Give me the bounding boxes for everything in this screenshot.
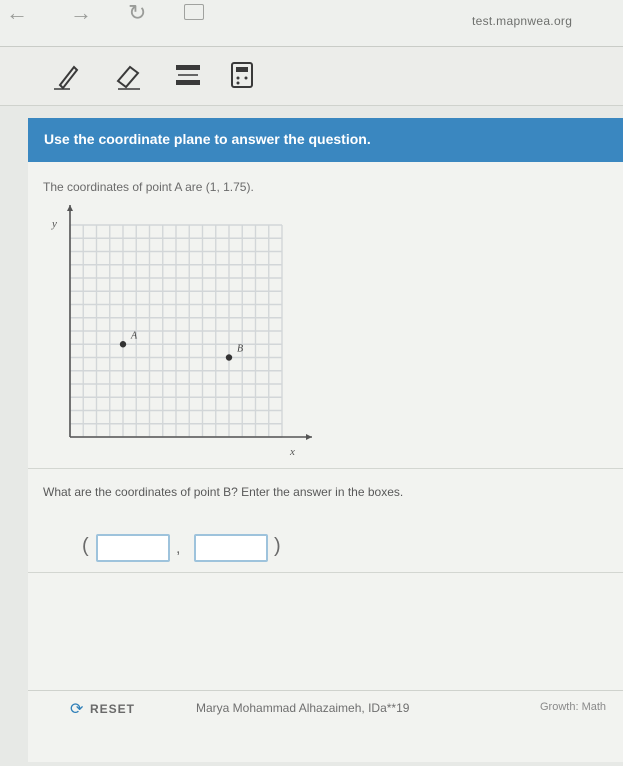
coordinate-plane: x y A B <box>51 205 312 458</box>
point-label-a: A <box>130 330 138 341</box>
x-axis-arrow <box>306 434 312 440</box>
student-name: Marya Mohammad Alhazaimeh, IDa**19 <box>196 701 410 715</box>
y-axis-label: y <box>51 218 57 230</box>
back-arrow-icon[interactable]: ← <box>6 2 28 24</box>
address-bar-url[interactable]: test.mapnwea.org <box>472 14 572 28</box>
answer-x-input[interactable] <box>96 534 170 562</box>
calculator-icon[interactable] <box>226 59 258 91</box>
section-divider <box>28 468 623 469</box>
reset-icon[interactable]: ⟳ <box>70 699 83 719</box>
forward-arrow-icon[interactable]: → <box>70 2 92 24</box>
pencil-icon[interactable] <box>50 59 82 91</box>
open-paren: ( <box>82 535 89 557</box>
question-prompt: What are the coordinates of point B? Ent… <box>43 485 404 499</box>
line-reader-icon[interactable] <box>172 59 204 91</box>
point-label-b: B <box>237 344 243 355</box>
section-divider-2 <box>28 572 623 573</box>
instruction-banner: Use the coordinate plane to answer the q… <box>28 118 623 162</box>
close-paren: ) <box>274 535 281 557</box>
x-axis-label: x <box>289 446 295 458</box>
browser-toolbar: ← → ↻ test.mapnwea.org <box>0 0 623 47</box>
comma: , <box>176 540 181 557</box>
answer-y-input[interactable] <box>194 534 268 562</box>
reload-icon[interactable]: ↻ <box>128 2 146 24</box>
test-toolbar <box>0 47 623 106</box>
given-coordinates-text: The coordinates of point A are (1, 1.75)… <box>43 180 254 194</box>
instruction-text: Use the coordinate plane to answer the q… <box>44 131 371 147</box>
reset-button[interactable]: RESET <box>90 702 135 716</box>
test-brand: Growth: Math <box>540 701 607 713</box>
answer-row: ( , ) <box>60 532 300 566</box>
eraser-icon[interactable] <box>112 59 144 91</box>
point-a <box>119 341 127 348</box>
tab-icon[interactable] <box>184 4 204 20</box>
y-axis-arrow <box>67 205 73 211</box>
point-b <box>225 354 233 361</box>
